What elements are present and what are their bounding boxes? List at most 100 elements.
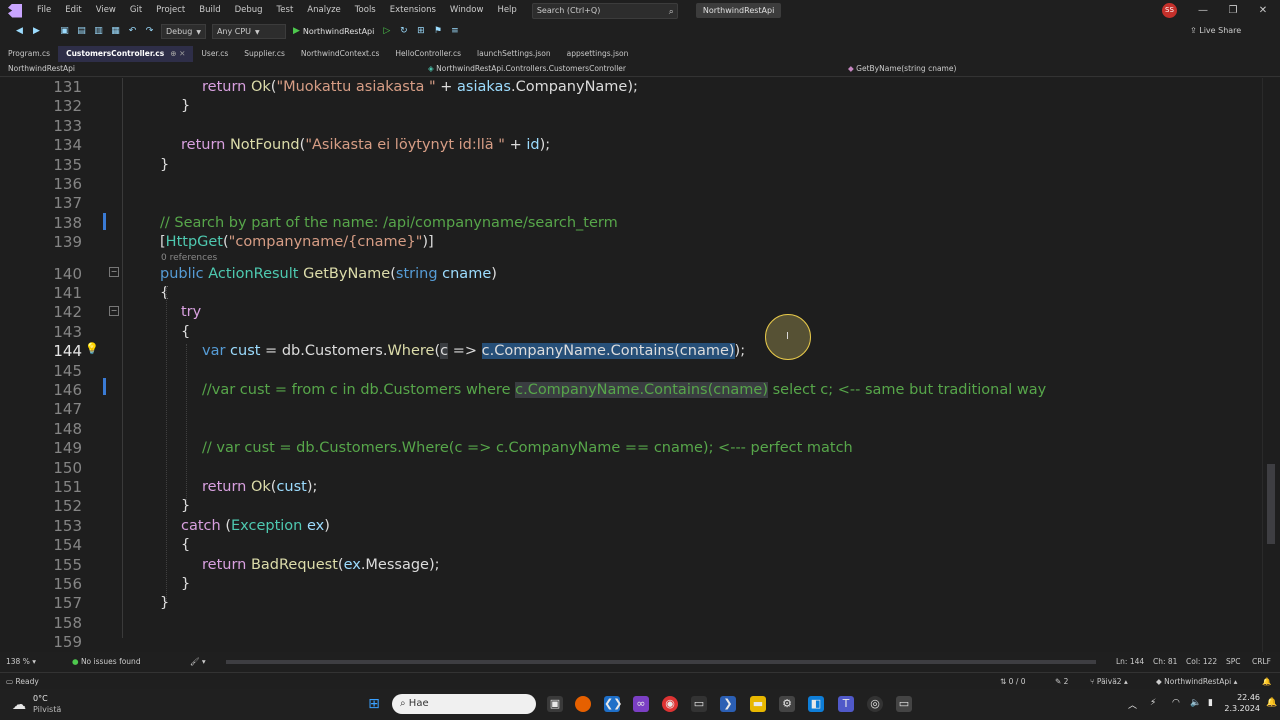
volume-icon[interactable]: 🔈 — [1190, 698, 1201, 708]
save-icon[interactable]: ▥ — [93, 26, 104, 37]
notification-center-icon[interactable]: 🔔 — [1266, 698, 1277, 708]
tab-appsettings-json[interactable]: appsettings.json — [559, 46, 637, 62]
wifi-icon[interactable]: ◠ — [1172, 698, 1180, 708]
tab-hellocontroller-cs[interactable]: HelloController.cs — [387, 46, 469, 62]
code-line[interactable]: 132} — [0, 97, 1262, 116]
code-line[interactable]: 136 — [0, 175, 1262, 194]
code-line[interactable]: 147 — [0, 400, 1262, 419]
visual-studio-icon[interactable]: ∞ — [633, 696, 649, 712]
menu-tools[interactable]: Tools — [348, 0, 383, 21]
code-line[interactable]: 153 catch (Exception ex) — [0, 517, 1262, 536]
notifications-icon[interactable]: 🔔 — [1262, 673, 1271, 690]
code-line[interactable]: 154 { — [0, 536, 1262, 555]
horizontal-scrollbar[interactable] — [226, 660, 1096, 664]
new-project-icon[interactable]: ▣ — [59, 26, 70, 37]
settings-gear-icon[interactable]: ⚙ — [779, 696, 795, 712]
configuration-select[interactable]: Debug ▼ — [161, 23, 206, 39]
code-line[interactable]: 155 return BadRequest(ex.Message); — [0, 556, 1262, 575]
app-icon[interactable]: ◧ — [808, 696, 824, 712]
code-line[interactable]: 149 // var cust = db.Customers.Where(c =>… — [0, 439, 1262, 458]
code-editor[interactable]: 131 return Ok("Muokattu asiakasta " + asi… — [0, 78, 1262, 652]
tab-northwindcontext-cs[interactable]: NorthwindContext.cs — [293, 46, 388, 62]
code-line[interactable]: 156} — [0, 575, 1262, 594]
forward-icon[interactable]: ▶ — [31, 26, 42, 37]
windows-start-icon[interactable]: ⊞ — [366, 696, 382, 712]
firefox-icon[interactable] — [575, 696, 591, 712]
run-button[interactable]: ▶ NorthwindRestApi — [293, 26, 374, 36]
code-line[interactable]: 137 — [0, 194, 1262, 213]
tab-supplier-cs[interactable]: Supplier.cs — [236, 46, 293, 62]
menu-extensions[interactable]: Extensions — [383, 0, 443, 21]
code-line[interactable]: 151 return Ok(cust); — [0, 478, 1262, 497]
start-without-debug-icon[interactable]: ▷ — [381, 26, 392, 37]
clock-time[interactable]: 22.46 — [1228, 693, 1260, 702]
code-line[interactable]: 142 try — [0, 303, 1262, 322]
powershell-icon[interactable]: ❯ — [720, 696, 736, 712]
code-line[interactable]: 148 — [0, 420, 1262, 439]
network-icon[interactable]: ⚡ — [1150, 698, 1156, 708]
pending-changes[interactable]: ✎ 2 — [1055, 673, 1068, 690]
weather-temp[interactable]: 0°C — [33, 694, 48, 703]
terminal-icon[interactable]: ▭ — [691, 696, 707, 712]
menu-file[interactable]: File — [30, 0, 58, 21]
weather-desc[interactable]: Pilvistä — [33, 705, 61, 714]
minimize-icon[interactable]: — — [1188, 0, 1218, 21]
code-line[interactable]: 159 — [0, 633, 1262, 652]
avatar[interactable]: SS — [1162, 3, 1177, 18]
collapse-icon[interactable]: − — [109, 306, 119, 316]
taskbar-search[interactable]: ⌕ Hae — [392, 694, 536, 714]
nav-member-select[interactable]: ◆ GetByName(string cname) — [848, 62, 956, 76]
vertical-scrollbar[interactable] — [1262, 78, 1280, 652]
undo-icon[interactable]: ↶ — [127, 26, 138, 37]
tab-launchsettings-json[interactable]: launchSettings.json — [469, 46, 559, 62]
lightbulb-icon[interactable]: 💡 — [85, 342, 99, 355]
menu-analyze[interactable]: Analyze — [300, 0, 348, 21]
code-line[interactable]: 158 — [0, 614, 1262, 633]
code-line[interactable]: 150 — [0, 459, 1262, 478]
menu-edit[interactable]: Edit — [58, 0, 88, 21]
menu-build[interactable]: Build — [192, 0, 227, 21]
close-icon[interactable]: ✕ — [1248, 0, 1278, 21]
zoom-select[interactable]: 138 % ▾ — [6, 655, 36, 669]
app-window-icon[interactable]: ▭ — [896, 696, 912, 712]
vscode-icon[interactable]: ❮❯ — [604, 696, 622, 712]
line-endings[interactable]: CRLF — [1252, 655, 1271, 669]
code-line[interactable]: 134 return NotFound("Asikasta ei löytynyt… — [0, 136, 1262, 155]
platform-select[interactable]: Any CPU ▼ — [211, 23, 286, 39]
back-icon[interactable]: ◀ — [14, 26, 25, 37]
code-line[interactable]: 133 — [0, 117, 1262, 136]
branch-selector[interactable]: ⑂ Päivä2 ▴ — [1090, 673, 1128, 690]
hot-reload-icon[interactable]: ↻ — [398, 26, 409, 37]
menu-git[interactable]: Git — [123, 0, 149, 21]
tray-overflow-icon[interactable]: ︿ — [1128, 698, 1137, 711]
recorder-icon[interactable]: ◎ — [867, 696, 883, 712]
nav-project-select[interactable]: NorthwindRestApi — [8, 62, 75, 76]
maximize-icon[interactable]: ❐ — [1218, 0, 1248, 21]
menu-project[interactable]: Project — [149, 0, 192, 21]
code-line[interactable]: 146 //var cust = from c in db.Customers w… — [0, 381, 1262, 400]
file-explorer-icon[interactable]: ▬ — [750, 696, 766, 712]
issues-indicator[interactable]: ● No issues found — [72, 655, 141, 669]
task-view-icon[interactable]: ▣ — [547, 696, 563, 712]
git-sync-status[interactable]: ⇅ 0 / 0 — [1000, 673, 1026, 690]
code-line[interactable]: 157} — [0, 594, 1262, 613]
save-all-icon[interactable]: ▦ — [110, 26, 121, 37]
comment-icon[interactable]: ≡ — [449, 26, 460, 37]
menu-test[interactable]: Test — [270, 0, 301, 21]
code-line[interactable]: 138 // Search by part of the name: /api/c… — [0, 214, 1262, 233]
scrollbar-thumb[interactable] — [1267, 464, 1275, 544]
tab-user-cs[interactable]: User.cs — [193, 46, 236, 62]
code-line[interactable]: 145 — [0, 362, 1262, 381]
code-line[interactable]: 152} — [0, 497, 1262, 516]
whitespace-mode[interactable]: SPC — [1226, 655, 1241, 669]
code-line[interactable]: 143 { — [0, 323, 1262, 342]
tab-close-icon[interactable]: ⊕ ✕ — [170, 49, 185, 58]
code-line[interactable]: 144 var cust = db.Customers.Where(c => c.… — [0, 342, 1262, 361]
menu-help[interactable]: Help — [490, 0, 523, 21]
repository-selector[interactable]: ◆ NorthwindRestApi ▴ — [1156, 673, 1237, 690]
browser-link-icon[interactable]: ⊞ — [415, 26, 426, 37]
redo-icon[interactable]: ↷ — [144, 26, 155, 37]
search-input[interactable]: Search (Ctrl+Q) ⌕ — [531, 2, 678, 19]
menu-view[interactable]: View — [89, 0, 123, 21]
tab-program-cs[interactable]: Program.cs — [0, 46, 58, 62]
